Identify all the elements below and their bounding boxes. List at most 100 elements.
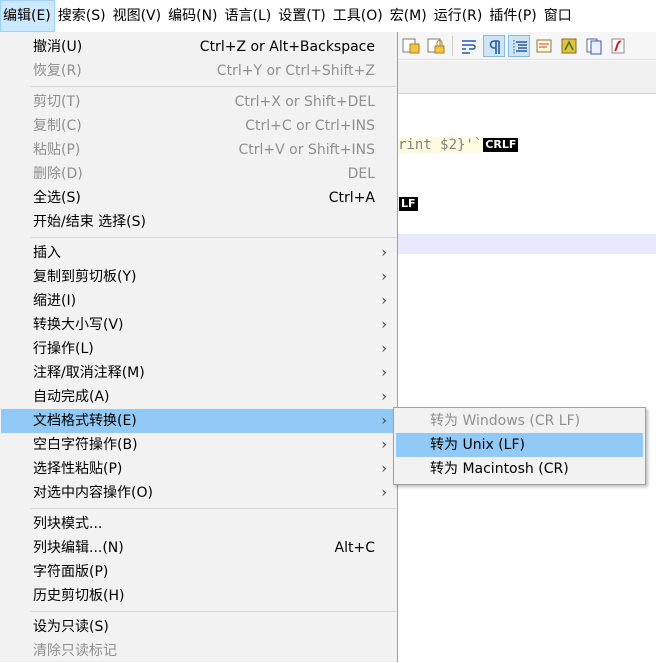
menu-item-label: 删除(D) (33, 166, 83, 182)
menu-item-label: 对选中内容操作(O) (33, 485, 153, 501)
eol-marker-crlf: CRLF (483, 138, 519, 152)
menu-item-begin-end-select[interactable]: 开始/结束 选择(S) (1, 210, 397, 234)
submenu-item-label: 转为 Unix (LF) (430, 437, 525, 453)
submenu-arrow-icon: › (381, 389, 387, 405)
menu-item-label: 复制(C) (33, 118, 82, 134)
menu-item-paste-special[interactable]: 选择性粘贴(P) › (1, 457, 397, 481)
show-all-chars-icon[interactable] (483, 34, 505, 57)
menu-item-paste[interactable]: 粘贴(P) Ctrl+V or Shift+INS (1, 138, 397, 162)
menu-item-clear-read-only[interactable]: 清除只读标记 (1, 639, 397, 663)
submenu-arrow-icon: › (381, 461, 387, 477)
menu-item-comment[interactable]: 注释/取消注释(M) › (1, 361, 397, 385)
submenu-arrow-icon: › (381, 293, 387, 309)
menu-item-shortcut: Ctrl+X or Shift+DEL (234, 94, 375, 110)
menu-separator (30, 611, 396, 612)
menubar-tools[interactable]: 工具(O) (330, 0, 387, 32)
menu-item-redo[interactable]: 恢复(R) Ctrl+Y or Ctrl+Shift+Z (1, 59, 397, 83)
menu-item-shortcut: Ctrl+A (328, 190, 375, 206)
menu-item-column-editor[interactable]: 列块编辑...(N) Alt+C (1, 536, 397, 560)
menu-item-shortcut: Ctrl+C or Ctrl+INS (245, 118, 375, 134)
menu-item-line-operations[interactable]: 行操作(L) › (1, 337, 397, 361)
menu-item-blank-operations[interactable]: 空白字符操作(B) › (1, 433, 397, 457)
indent-guide-icon[interactable] (508, 34, 530, 57)
submenu-arrow-icon: › (381, 269, 387, 285)
menu-item-label: 列块模式... (33, 516, 103, 532)
find-replace-icon[interactable] (400, 35, 422, 57)
menubar-search[interactable]: 搜索(S) (55, 0, 110, 32)
submenu-item-label: 转为 Windows (CR LF) (430, 413, 581, 429)
editor-area[interactable]: rint $2}'` CRLF LF (398, 94, 656, 662)
menu-item-shortcut: Ctrl+Y or Ctrl+Shift+Z (216, 63, 375, 79)
toolbar (398, 32, 656, 60)
menu-item-label: 选择性粘贴(P) (33, 461, 123, 477)
eol-marker-lf: LF (399, 197, 418, 211)
menu-item-label: 剪切(T) (33, 94, 81, 110)
submenu-item-to-macintosh[interactable]: 转为 Macintosh (CR) (396, 457, 643, 481)
menu-item-label: 转换大小写(V) (33, 317, 124, 333)
menu-item-label: 设为只读(S) (33, 619, 109, 635)
menu-item-shortcut: Ctrl+Z or Alt+Backspace (199, 39, 375, 55)
monitoring-icon[interactable] (608, 35, 630, 57)
menubar-encoding[interactable]: 编码(N) (165, 0, 221, 32)
menubar: 编辑(E) 搜索(S) 视图(V) 编码(N) 语言(L) 设置(T) 工具(O… (0, 0, 656, 33)
doc-map-icon[interactable] (533, 35, 555, 57)
menu-separator (30, 86, 396, 87)
menubar-view[interactable]: 视图(V) (110, 0, 166, 32)
menu-item-set-read-only[interactable]: 设为只读(S) (1, 615, 397, 639)
menu-item-select-all[interactable]: 全选(S) Ctrl+A (1, 186, 397, 210)
menubar-language[interactable]: 语言(L) (222, 0, 276, 32)
toolbar-separator (452, 35, 453, 56)
menu-item-label: 历史剪切板(H) (33, 588, 125, 604)
submenu-arrow-icon: › (381, 245, 387, 261)
menubar-settings[interactable]: 设置(T) (275, 0, 329, 32)
submenu-arrow-icon: › (381, 317, 387, 333)
menu-item-on-selection[interactable]: 对选中内容操作(O) › (1, 481, 397, 505)
menubar-edit[interactable]: 编辑(E) (0, 0, 55, 32)
menu-item-indent[interactable]: 缩进(I) › (1, 289, 397, 313)
menu-item-label: 文档格式转换(E) (33, 413, 137, 429)
wrap-icon[interactable] (458, 35, 480, 57)
menu-item-label: 字符面版(P) (33, 564, 109, 580)
menu-item-undo[interactable]: 撤消(U) Ctrl+Z or Alt+Backspace (1, 35, 397, 59)
menu-item-cut[interactable]: 剪切(T) Ctrl+X or Shift+DEL (1, 90, 397, 114)
menu-item-shortcut: DEL (347, 166, 375, 182)
menu-item-label: 行操作(L) (33, 341, 94, 357)
folder-workspace-icon[interactable] (583, 35, 605, 57)
menu-item-copy-to-clipboard[interactable]: 复制到剪切板(Y) › (1, 265, 397, 289)
menubar-window[interactable]: 窗口 (541, 0, 576, 32)
menu-item-label: 注释/取消注释(M) (33, 365, 145, 381)
submenu-arrow-icon: › (381, 341, 387, 357)
menu-item-delete[interactable]: 删除(D) DEL (1, 162, 397, 186)
submenu-item-label: 转为 Macintosh (CR) (430, 461, 569, 477)
submenu-arrow-icon: › (381, 365, 387, 381)
code-text: rint $2}'` (398, 137, 483, 153)
menu-item-column-mode[interactable]: 列块模式... (1, 512, 397, 536)
menu-item-label: 开始/结束 选择(S) (33, 214, 146, 230)
submenu-item-to-windows[interactable]: 转为 Windows (CR LF) (396, 409, 643, 433)
submenu-item-to-unix[interactable]: 转为 Unix (LF) (396, 433, 643, 457)
menu-item-character-panel[interactable]: 字符面版(P) (1, 560, 397, 584)
menu-item-label: 缩进(I) (33, 293, 77, 309)
menu-item-copy[interactable]: 复制(C) Ctrl+C or Ctrl+INS (1, 114, 397, 138)
menu-item-shortcut: Ctrl+V or Shift+INS (238, 142, 375, 158)
menu-item-convert-case[interactable]: 转换大小写(V) › (1, 313, 397, 337)
submenu-arrow-icon: › (381, 413, 387, 429)
menu-item-label: 撤消(U) (33, 39, 83, 55)
menu-separator (30, 508, 396, 509)
edit-menu: 撤消(U) Ctrl+Z or Alt+Backspace 恢复(R) Ctrl+Y… (0, 32, 398, 662)
menu-item-insert[interactable]: 插入 › (1, 241, 397, 265)
menu-item-label: 清除只读标记 (33, 643, 117, 659)
menubar-run[interactable]: 运行(R) (431, 0, 487, 32)
function-list-icon[interactable] (558, 35, 580, 57)
menu-item-auto-complete[interactable]: 自动完成(A) › (1, 385, 397, 409)
menu-item-label: 列块编辑...(N) (33, 540, 124, 556)
lock-icon[interactable] (425, 35, 447, 57)
menu-item-label: 复制到剪切板(Y) (33, 269, 137, 285)
current-line-highlight (398, 234, 656, 254)
menu-item-label: 恢复(R) (33, 63, 82, 79)
menu-item-eol-conversion[interactable]: 文档格式转换(E) › (1, 409, 397, 433)
menubar-macro[interactable]: 宏(M) (387, 0, 431, 32)
tab-strip (398, 61, 656, 94)
menubar-plugins[interactable]: 插件(P) (486, 0, 540, 32)
menu-item-clipboard-history[interactable]: 历史剪切板(H) (1, 584, 397, 608)
